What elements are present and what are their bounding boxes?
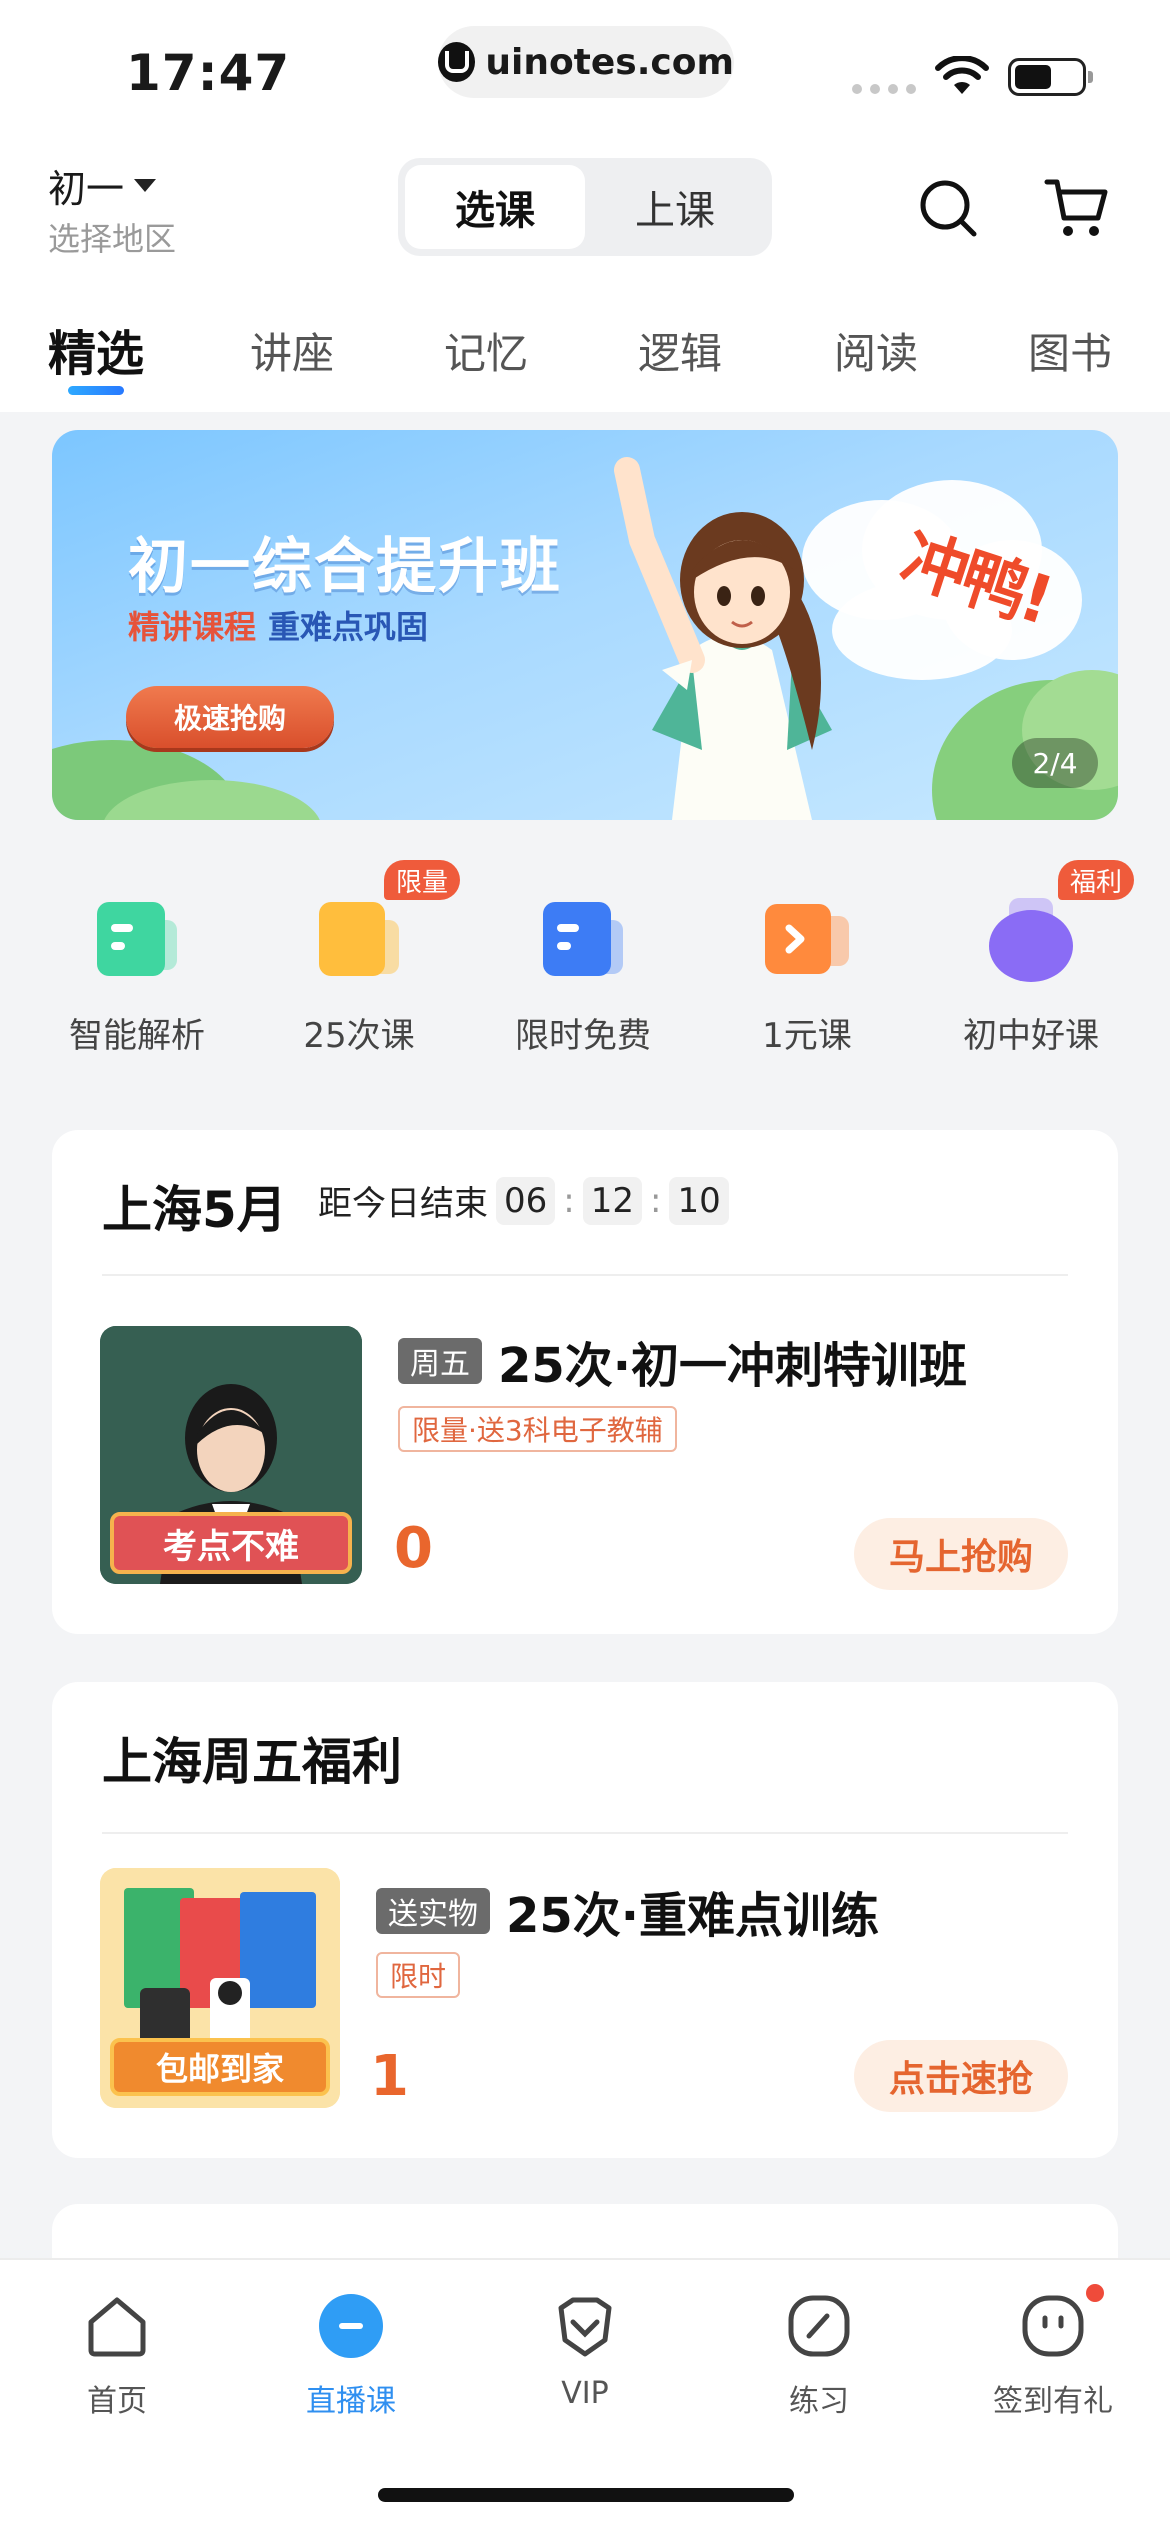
- welfare-badge: 福利: [1058, 860, 1135, 900]
- countdown-label: 距今日结束: [318, 1184, 488, 1224]
- tab-logic[interactable]: 逻辑: [638, 320, 722, 381]
- course-name[interactable]: 25次·初一冲刺特训班: [498, 1326, 967, 1396]
- quick-link-smart-analysis[interactable]: 智能解析: [26, 850, 248, 1070]
- countdown-hours: 06: [496, 1176, 556, 1225]
- divider: [102, 1832, 1068, 1834]
- checkin-icon: [1022, 2295, 1084, 2357]
- countdown-minutes: 12: [582, 1176, 642, 1225]
- countdown-seconds: 10: [669, 1176, 729, 1225]
- quick-link-25-lessons[interactable]: 限量 25次课: [248, 850, 470, 1070]
- course-thumbnail[interactable]: 包邮到家: [100, 1868, 340, 2108]
- quick-link-label: 智能解析: [69, 1016, 205, 1056]
- nav-live[interactable]: 直播课: [266, 2292, 436, 2432]
- limited-badge: 限量: [384, 860, 461, 900]
- promo-card-friday: 上海周五福利 包邮到家 送实物 25次·重难点训练 限时 1 点击速抢: [52, 1682, 1118, 2158]
- region-selector[interactable]: 选择地区: [48, 214, 176, 260]
- tab-books[interactable]: 图书: [1028, 320, 1112, 381]
- home-icon: [88, 2297, 146, 2357]
- nav-label: 直播课: [306, 2384, 396, 2419]
- banner-buy-button[interactable]: 极速抢购: [126, 686, 334, 748]
- cellular-signal-icon: [852, 84, 916, 94]
- divider: [102, 1274, 1068, 1276]
- cart-icon[interactable]: [1044, 176, 1110, 240]
- notification-dot: [1086, 2284, 1104, 2302]
- banner-subtitle: 精讲课程 重难点巩固: [128, 602, 428, 648]
- buy-now-button[interactable]: 马上抢购: [854, 1518, 1068, 1590]
- practice-icon: [788, 2295, 850, 2357]
- battery-icon: [1008, 58, 1093, 96]
- chevron-down-icon: [134, 179, 157, 192]
- thumbnail-caption: 考点不难: [110, 1512, 352, 1574]
- grade-selector[interactable]: 初一: [48, 158, 157, 213]
- course-thumbnail[interactable]: 考点不难: [100, 1326, 362, 1584]
- live-icon: [319, 2294, 383, 2358]
- tab-memory[interactable]: 记忆: [444, 320, 528, 381]
- quick-link-label: 1元课: [762, 1016, 852, 1056]
- vip-icon: [558, 2297, 612, 2357]
- promo-card-may: 上海5月 距今日结束 06 : 12 : 10 考点不难 周五 25次·初一冲刺…: [52, 1130, 1118, 1634]
- quick-link-label: 25次课: [303, 1016, 415, 1056]
- tab-featured[interactable]: 精选: [48, 314, 144, 384]
- banner-title: 初一综合提升班: [128, 532, 562, 602]
- day-tag: 周五: [398, 1338, 482, 1384]
- smart-analysis-icon: [97, 902, 177, 976]
- nav-label: VIP: [561, 2376, 609, 2411]
- quick-link-label: 限时免费: [515, 1016, 651, 1056]
- status-bar: 17:47 uinotes.com: [0, 0, 1170, 140]
- course-title-row: 周五 25次·初一冲刺特训班: [398, 1326, 967, 1396]
- grab-now-button[interactable]: 点击速抢: [854, 2040, 1068, 2112]
- countdown: 距今日结束 06 : 12 : 10: [318, 1176, 729, 1225]
- nav-home[interactable]: 首页: [32, 2292, 202, 2432]
- quick-links: 智能解析 限量 25次课 限时免费 1元课 福利 初中好课: [0, 850, 1170, 1080]
- banner-subtitle-text: 重难点巩固: [268, 608, 429, 646]
- url-text: uinotes.com: [485, 41, 734, 83]
- home-indicator: [378, 2488, 794, 2502]
- card-title: 上海周五福利: [102, 1733, 402, 1791]
- course-price: 0: [394, 1516, 433, 1581]
- banner-subtitle-highlight: 精讲课程: [128, 608, 257, 646]
- nav-vip[interactable]: VIP: [500, 2292, 670, 2432]
- toggle-attend-class[interactable]: 上课: [585, 165, 765, 249]
- quick-link-good-courses[interactable]: 福利 初中好课: [920, 850, 1142, 1070]
- free-limited-icon: [543, 902, 623, 976]
- course-tag: 限量·送3科电子教辅: [398, 1406, 677, 1452]
- thumbnail-caption: 包邮到家: [110, 2038, 330, 2096]
- quick-link-one-yuan[interactable]: 1元课: [696, 850, 918, 1070]
- mode-toggle: 选课 上课: [398, 158, 772, 256]
- course-25-icon: [319, 902, 399, 976]
- card-title: 上海5月: [102, 1181, 287, 1239]
- course-price: 1: [370, 2044, 409, 2109]
- gift-tag: 送实物: [376, 1888, 490, 1934]
- grade-label: 初一: [48, 167, 125, 211]
- good-course-icon: [989, 898, 1073, 982]
- status-time: 17:47: [126, 44, 291, 102]
- search-icon[interactable]: [918, 178, 978, 238]
- banner-page-indicator: 2/4: [1012, 738, 1098, 788]
- nav-label: 签到有礼: [993, 2384, 1113, 2419]
- url-pill[interactable]: uinotes.com: [438, 26, 734, 98]
- course-title-row: 送实物 25次·重难点训练: [376, 1876, 879, 1946]
- one-yuan-icon: [765, 904, 849, 974]
- quick-link-label: 初中好课: [963, 1016, 1099, 1056]
- nav-label: 首页: [87, 2384, 147, 2419]
- nav-label: 练习: [789, 2384, 849, 2419]
- course-name[interactable]: 25次·重难点训练: [506, 1876, 879, 1946]
- tab-lectures[interactable]: 讲座: [250, 320, 334, 381]
- course-tag: 限时: [376, 1952, 461, 1998]
- active-tab-indicator: [68, 386, 124, 395]
- promo-banner[interactable]: 初一综合提升班 精讲课程 重难点巩固 极速抢购 冲鸭! 2/4: [52, 430, 1118, 820]
- wifi-icon: [935, 56, 989, 94]
- nav-practice[interactable]: 练习: [734, 2292, 904, 2432]
- site-icon: [438, 42, 476, 82]
- app-header: 初一 选择地区 选课 上课 精选 讲座 记忆 逻辑 阅读 图书: [0, 140, 1170, 412]
- nav-checkin[interactable]: 签到有礼: [968, 2284, 1138, 2432]
- toggle-select-course[interactable]: 选课: [405, 165, 585, 249]
- quick-link-free[interactable]: 限时免费: [472, 850, 694, 1070]
- category-tabs: 精选 讲座 记忆 逻辑 阅读 图书: [0, 310, 1170, 400]
- tab-reading[interactable]: 阅读: [834, 320, 918, 381]
